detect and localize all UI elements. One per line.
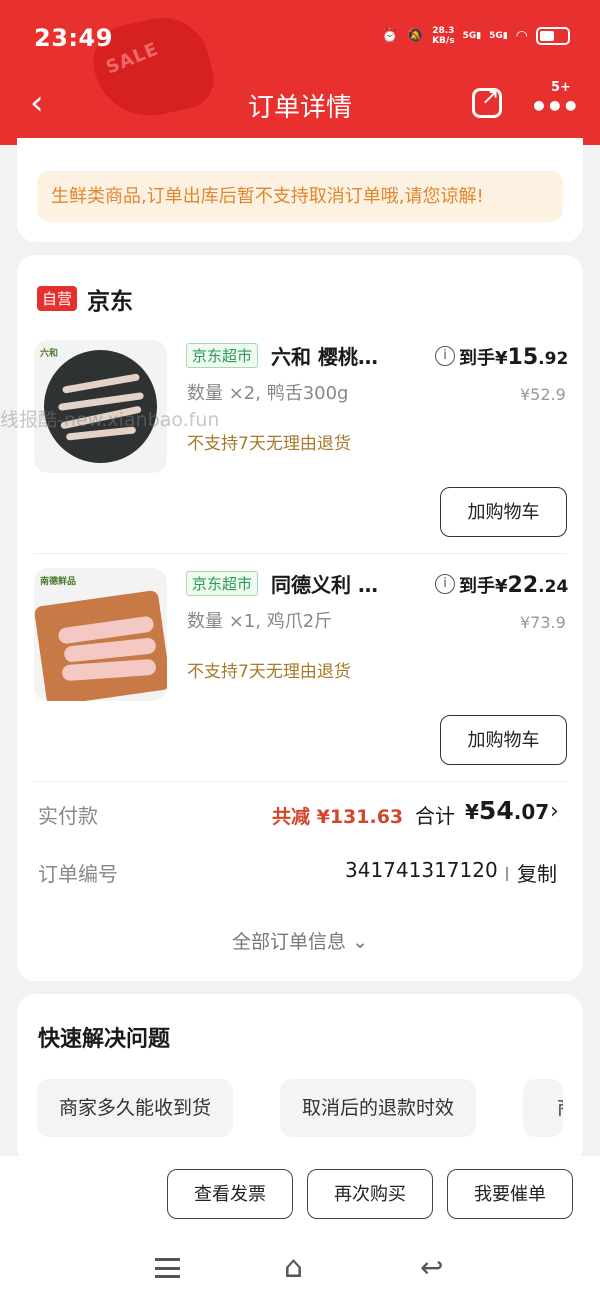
final-price: 到手¥15.92 xyxy=(459,345,569,370)
original-price: ¥73.9 xyxy=(520,613,566,632)
separator xyxy=(506,867,508,881)
watermark: 线报酷-new.xianbao.fun xyxy=(0,409,220,431)
add-to-cart-button[interactable]: 加购物车 xyxy=(440,487,567,537)
jd-supermarket-tag: 京东超市 xyxy=(186,343,259,368)
alarm-icon: ⏰ xyxy=(381,28,399,44)
buy-again-button[interactable]: 再次购买 xyxy=(307,1169,433,1219)
jd-supermarket-tag: 京东超市 xyxy=(186,571,259,596)
chevron-right-icon[interactable]: › xyxy=(550,799,559,824)
mute-icon: 🔕 xyxy=(406,28,425,44)
app-header: SALE 23:49 ⏰ 🔕 28.3 KB/s 5G▮ 5G▮ ◠ ‹ 订单详情… xyxy=(0,0,600,145)
return-policy-note: 不支持7天无理由退货 xyxy=(187,662,351,682)
menu-icon[interactable] xyxy=(155,1258,180,1278)
divider xyxy=(33,781,567,782)
urge-order-button[interactable]: 我要催单 xyxy=(447,1169,573,1219)
product-name[interactable]: 六和 樱桃… xyxy=(271,341,378,370)
all-order-info-link[interactable]: 全部订单信息 ⌄ xyxy=(17,927,583,954)
signal-icon-2: 5G▮ xyxy=(489,31,508,41)
quick-solve-card: 快速解决问题 商家多久能收到货 取消后的退款时效 商 xyxy=(17,994,583,1164)
share-icon[interactable] xyxy=(472,85,502,118)
view-invoice-button[interactable]: 查看发票 xyxy=(167,1169,293,1219)
original-price: ¥52.9 xyxy=(520,385,566,404)
divider xyxy=(33,553,567,554)
order-number-label: 订单编号 xyxy=(38,862,118,886)
order-number: 341741317120 xyxy=(345,858,498,882)
product-spec: 数量 ×1, 鸡爪2斤 xyxy=(187,611,333,632)
page-title: 订单详情 xyxy=(247,93,352,123)
system-nav-bar: ⌂ ↩ xyxy=(0,1241,600,1302)
info-icon[interactable]: i xyxy=(435,574,455,594)
quick-solve-title: 快速解决问题 xyxy=(38,1027,171,1052)
brand-logo: 南德鲜品 xyxy=(40,577,77,587)
home-icon[interactable]: ⌂ xyxy=(284,1250,303,1285)
notice-card: 生鲜类商品,订单出库后暂不支持取消订单哦,请您谅解! xyxy=(17,138,583,242)
saved-amount: 共减 ¥131.63 xyxy=(272,806,404,828)
net-speed: 28.3 KB/s xyxy=(432,26,455,46)
payment-label: 实付款 xyxy=(38,804,98,828)
add-to-cart-button[interactable]: 加购物车 xyxy=(440,715,567,765)
signal-icon-1: 5G▮ xyxy=(462,31,482,41)
total-amount[interactable]: ¥54.07 xyxy=(465,796,549,825)
quick-chip[interactable]: 商家多久能收到货 xyxy=(37,1079,234,1137)
copy-button[interactable]: 复制 xyxy=(517,858,557,887)
status-time: 23:49 xyxy=(34,24,113,52)
self-operated-badge: 自营 xyxy=(37,286,78,311)
total-label: 合计 xyxy=(415,804,455,828)
message-badge: 5+ xyxy=(551,80,571,95)
quick-chip[interactable]: 取消后的退款时效 xyxy=(280,1079,477,1137)
status-icons: ⏰ 🔕 28.3 KB/s 5G▮ 5G▮ ◠ xyxy=(381,26,570,46)
back-nav-icon[interactable]: ↩ xyxy=(420,1251,443,1284)
store-name[interactable]: 京东 xyxy=(87,282,133,316)
bottom-action-bar: 查看发票 再次购买 我要催单 xyxy=(0,1156,600,1241)
quick-chip[interactable]: 商 xyxy=(523,1079,563,1137)
brand-logo: 六和 xyxy=(40,349,59,359)
return-policy-note: 不支持7天无理由退货 xyxy=(187,434,351,454)
info-icon[interactable]: i xyxy=(435,346,455,366)
product-spec: 数量 ×2, 鸭舌300g xyxy=(187,383,349,404)
product-image-chicken-feet[interactable]: 南德鲜品 xyxy=(34,568,167,701)
final-price: 到手¥22.24 xyxy=(459,573,569,598)
chevron-down-icon: ⌄ xyxy=(352,931,368,953)
battery-icon xyxy=(536,27,570,45)
wifi-icon: ◠ xyxy=(515,28,528,44)
order-card: 自营 京东 六和 京东超市 六和 樱桃… 数量 ×2, 鸭舌300g 不支持7天… xyxy=(17,255,583,981)
fresh-food-notice: 生鲜类商品,订单出库后暂不支持取消订单哦,请您谅解! xyxy=(37,171,563,222)
product-name[interactable]: 同德义利 … xyxy=(271,569,378,598)
